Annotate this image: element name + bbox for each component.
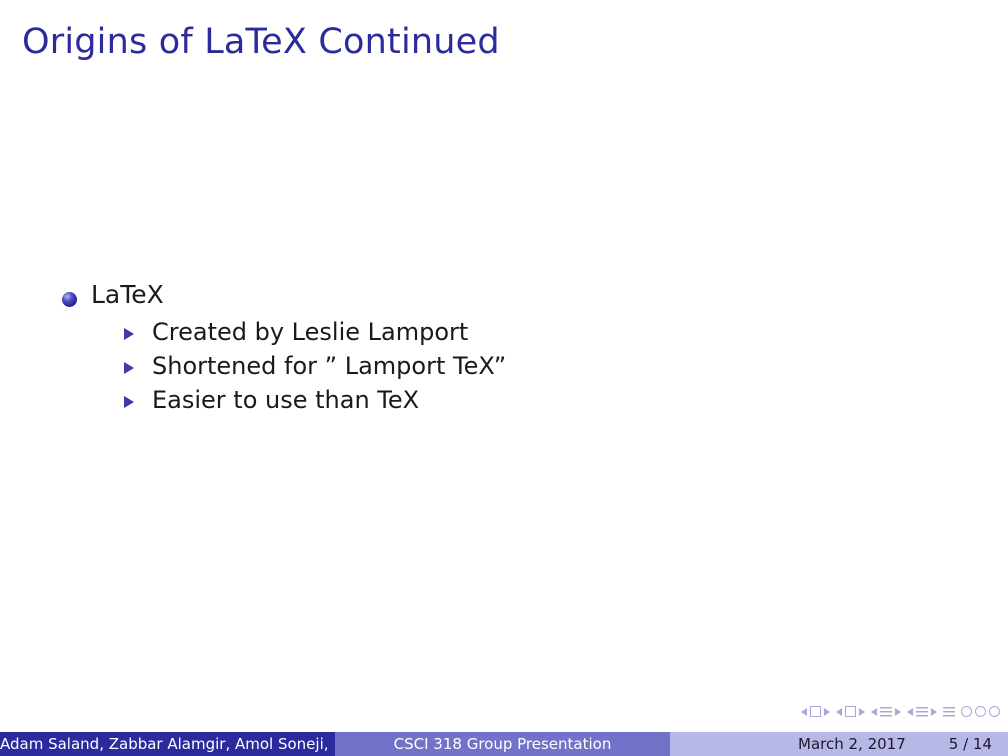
forward-icon[interactable] — [975, 706, 986, 717]
footer-date: March 2, 2017 — [798, 735, 906, 753]
frame-icon[interactable] — [845, 706, 856, 717]
appendix-lines-icon[interactable] — [943, 706, 955, 717]
bullet-label: LaTeX — [91, 280, 164, 309]
section-nav-icon[interactable] — [907, 706, 937, 717]
prev-frame-icon[interactable] — [836, 707, 842, 716]
frame-nav-icon[interactable] — [836, 706, 865, 717]
ball-bullet-icon — [62, 292, 77, 307]
back-icon[interactable] — [961, 706, 972, 717]
slide-icon[interactable] — [810, 706, 821, 717]
subsection-nav-icon[interactable] — [871, 706, 901, 717]
search-icon[interactable] — [989, 706, 1000, 717]
triangle-bullet-icon — [124, 396, 134, 408]
slide-title: Origins of LaTeX Continued — [22, 22, 500, 62]
page-number: 5 / 14 — [948, 735, 992, 753]
footer-bar: Adam Saland, Zabbar Alamgir, Amol Soneji… — [0, 732, 1008, 756]
next-section-icon[interactable] — [931, 707, 937, 716]
next-slide-icon[interactable] — [824, 707, 830, 716]
prev-subsection-icon[interactable] — [871, 707, 877, 716]
footer-presentation-title: CSCI 318 Group Presentation — [335, 732, 670, 756]
section-icon[interactable] — [916, 706, 928, 717]
slide-nav-icon[interactable] — [801, 706, 830, 717]
appendix-icon[interactable] — [943, 706, 955, 717]
footer-authors: Adam Saland, Zabbar Alamgir, Amol Soneji… — [0, 732, 335, 756]
sub-bullet-label: Created by Leslie Lamport — [152, 318, 469, 346]
sub-bullet-label: Easier to use than TeX — [152, 386, 420, 414]
triangle-bullet-icon — [124, 328, 134, 340]
prev-slide-icon[interactable] — [801, 707, 807, 716]
sub-bullet-label: Shortened for ” Lamport TeX” — [152, 352, 507, 380]
footer-date-page: March 2, 2017 5 / 14 — [670, 732, 1008, 756]
next-frame-icon[interactable] — [859, 707, 865, 716]
subsection-icon[interactable] — [880, 706, 892, 717]
back-search-icons[interactable] — [961, 706, 1000, 717]
triangle-bullet-icon — [124, 362, 134, 374]
navigation-bar — [801, 706, 1000, 717]
next-subsection-icon[interactable] — [895, 707, 901, 716]
prev-section-icon[interactable] — [907, 707, 913, 716]
